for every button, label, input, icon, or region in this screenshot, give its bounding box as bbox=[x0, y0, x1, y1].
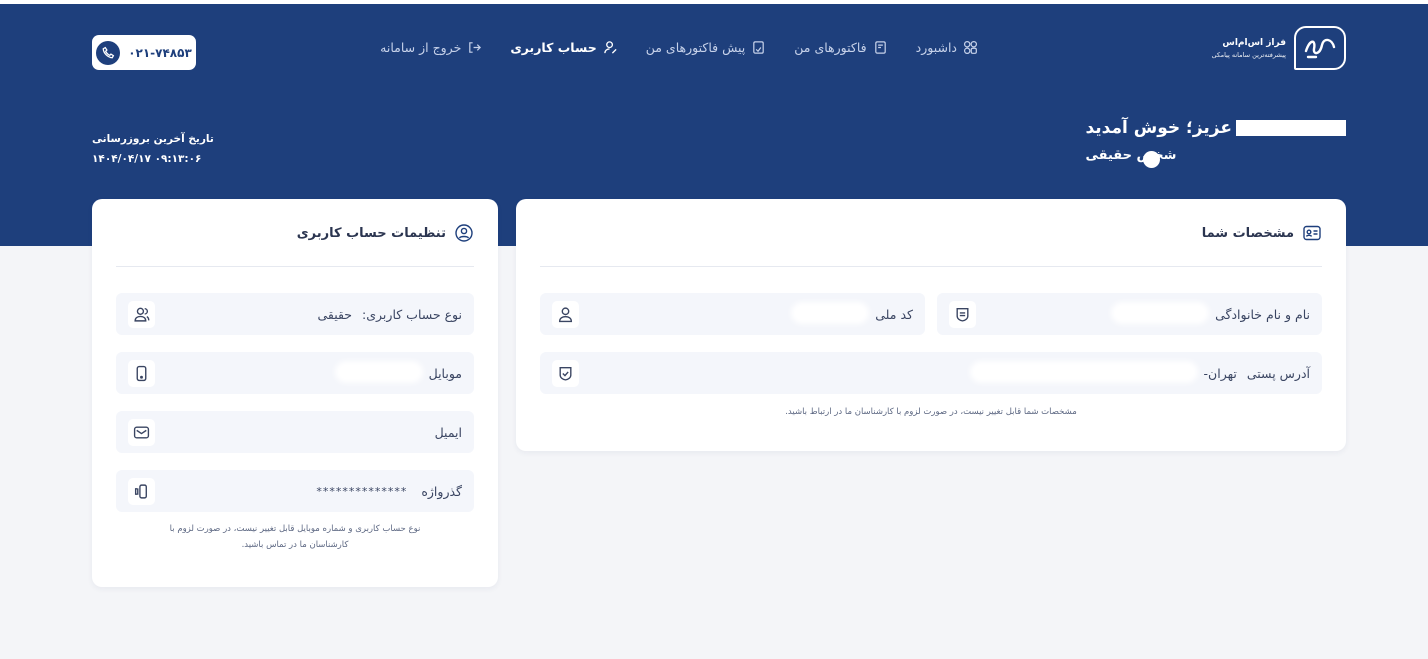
password-icon[interactable] bbox=[128, 478, 155, 505]
brand-name: فراز اس‌ام‌اس bbox=[1222, 37, 1286, 48]
settings-note-line1: نوع حساب کاربری و شماره موبایل قابل تغیی… bbox=[169, 524, 421, 534]
settings-card-title: تنظیمات حساب کاربری bbox=[297, 223, 474, 243]
last-update-value: ۱۴۰۴/۰۴/۱۷ ۰۹:۱۳:۰۶ bbox=[92, 153, 202, 165]
address-redacted bbox=[973, 364, 1194, 382]
national-code-value bbox=[795, 305, 866, 323]
profile-card-title: مشخصات شما bbox=[1202, 223, 1322, 243]
password-field: گذرواژه ************** bbox=[116, 470, 474, 512]
profile-card-note: مشخصات شما قابل تغییر نیست، در صورت لزوم… bbox=[785, 407, 1077, 417]
phone-icon bbox=[96, 40, 121, 65]
nav-item-label: پیش فاکتورهای من bbox=[645, 40, 746, 55]
address-field: آدرس پستی تهران- bbox=[540, 352, 1322, 394]
user-circle-icon bbox=[455, 224, 473, 242]
mobile-value bbox=[338, 364, 419, 382]
user-icon bbox=[552, 301, 579, 328]
account-type-label: نوع حساب کاربری: bbox=[362, 306, 462, 322]
nav-item-account[interactable]: حساب کاربری bbox=[510, 40, 617, 55]
user-type-label: شخص حقیقی bbox=[1085, 148, 1177, 163]
brand-tagline: پیشرفته‌ترین سامانه پیامکی bbox=[1211, 50, 1286, 59]
welcome-block: عزیز؛ خوش آمدید شخص حقیقی bbox=[1085, 118, 1346, 163]
email-field: ایمیل bbox=[116, 411, 474, 453]
user-edit-icon bbox=[603, 41, 617, 54]
last-update-block: تاریخ آخرین بروزرسانی ۱۴۰۴/۰۴/۱۷ ۰۹:۱۳:۰… bbox=[92, 133, 214, 165]
nav-item-invoices[interactable]: فاکتورهای من bbox=[794, 40, 887, 55]
last-update-label: تاریخ آخرین بروزرسانی bbox=[92, 133, 214, 145]
account-type-value: حقیقی bbox=[317, 306, 353, 322]
nav-item-label: داشبورد bbox=[915, 40, 957, 55]
shield-id-icon bbox=[949, 301, 976, 328]
settings-card-note: نوع حساب کاربری و شماره موبایل قابل تغیی… bbox=[92, 521, 498, 553]
main-nav: داشبورد فاکتورهای من پیش فاکتورهای من حس… bbox=[380, 40, 978, 55]
profile-card: مشخصات شما نام و نام خانوادگی کد ملی آدر… bbox=[516, 199, 1346, 451]
nav-item-proforma[interactable]: پیش فاکتورهای من bbox=[646, 40, 767, 55]
nav-item-dashboard[interactable]: داشبورد bbox=[916, 40, 978, 55]
users-icon bbox=[128, 301, 155, 328]
shield-check-icon bbox=[552, 360, 579, 387]
address-value: تهران- bbox=[1203, 365, 1237, 381]
account-type-field: نوع حساب کاربری: حقیقی bbox=[116, 293, 474, 335]
password-value: ************** bbox=[316, 484, 408, 498]
full-name-field: نام و نام خانوادگی bbox=[937, 293, 1322, 335]
user-type-toggle[interactable] bbox=[1143, 151, 1160, 168]
email-label: ایمیل bbox=[434, 424, 462, 440]
settings-note-line2: کارشناسان ما در تماس باشید. bbox=[241, 540, 349, 551]
full-name-value bbox=[1115, 305, 1206, 323]
mobile-field: موبایل bbox=[116, 352, 474, 394]
card-divider bbox=[540, 266, 1322, 267]
mobile-phone-icon bbox=[128, 360, 155, 387]
nav-item-label: حساب کاربری bbox=[510, 40, 597, 55]
logout-icon bbox=[469, 42, 482, 53]
nav-item-label: فاکتورهای من bbox=[794, 40, 867, 55]
welcome-greeting: عزیز؛ خوش آمدید bbox=[1085, 118, 1346, 138]
card-divider bbox=[116, 266, 474, 267]
id-card-icon bbox=[1303, 225, 1321, 241]
proforma-icon bbox=[753, 41, 765, 54]
mobile-label: موبایل bbox=[428, 365, 462, 381]
greeting-text: عزیز؛ خوش آمدید bbox=[1085, 118, 1232, 138]
password-label: گذرواژه bbox=[421, 483, 462, 499]
address-label: آدرس پستی bbox=[1246, 365, 1310, 381]
mail-icon bbox=[128, 419, 155, 446]
redacted-user-name bbox=[1236, 120, 1346, 136]
nav-item-label: خروج از سامانه bbox=[380, 40, 462, 55]
logo-icon bbox=[1294, 26, 1346, 70]
full-name-label: نام و نام خانوادگی bbox=[1215, 306, 1310, 322]
invoice-icon bbox=[874, 41, 886, 54]
support-phone-number: ۰۲۱-۷۴۸۵۳ bbox=[128, 45, 192, 60]
support-phone-button[interactable]: ۰۲۱-۷۴۸۵۳ bbox=[92, 35, 196, 70]
dashboard-icon bbox=[963, 40, 978, 55]
account-settings-card: تنظیمات حساب کاربری نوع حساب کاربری: حقی… bbox=[92, 199, 498, 587]
national-code-label: کد ملی bbox=[875, 306, 913, 322]
national-code-field: کد ملی bbox=[540, 293, 925, 335]
brand-logo[interactable]: فراز اس‌ام‌اس پیشرفته‌ترین سامانه پیامکی bbox=[1212, 26, 1346, 70]
nav-item-logout[interactable]: خروج از سامانه bbox=[380, 40, 482, 55]
